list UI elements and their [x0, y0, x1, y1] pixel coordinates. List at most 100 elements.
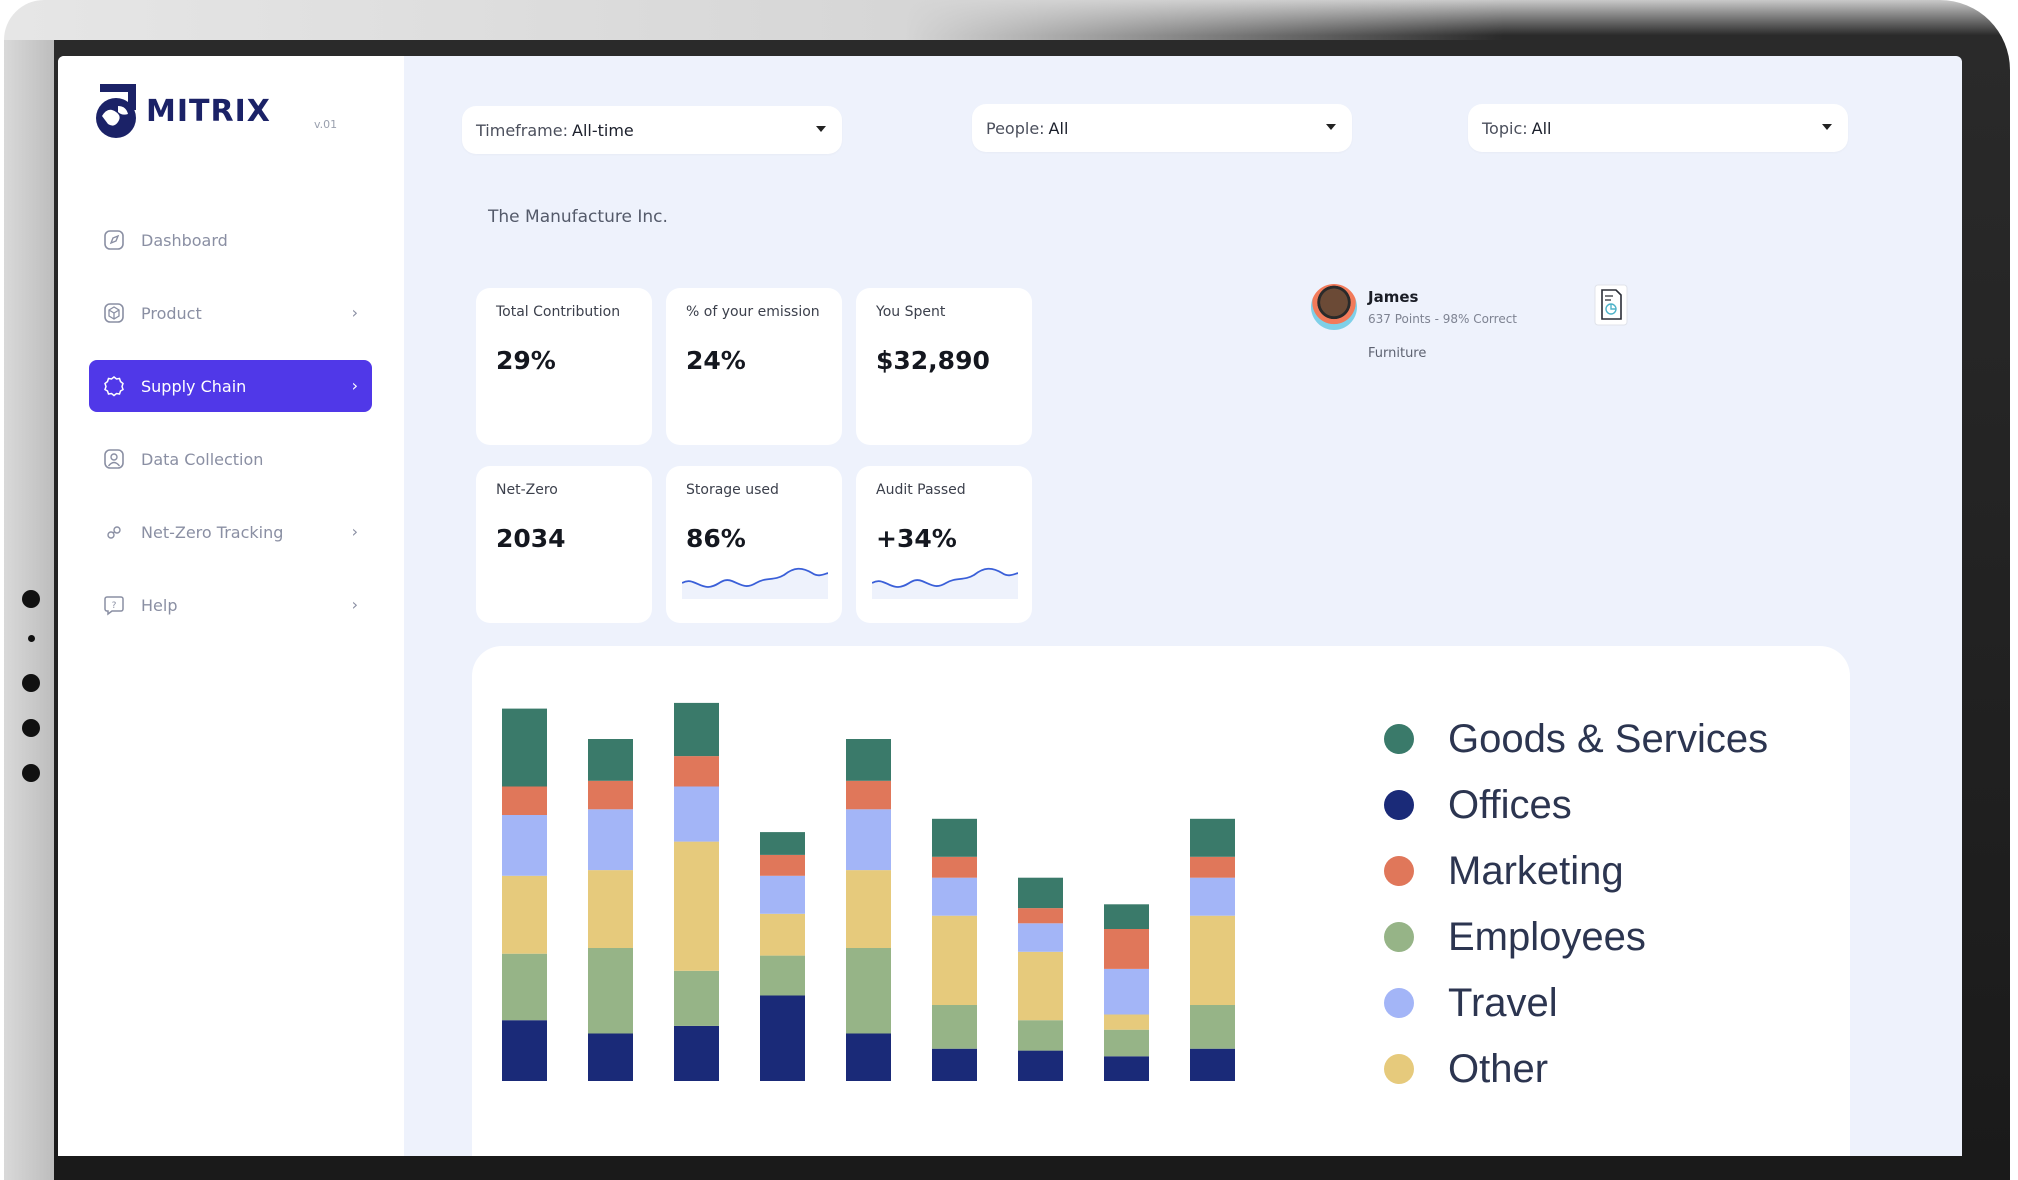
legend-item[interactable]: Goods & Services: [1384, 706, 1768, 772]
bar-segment[interactable]: [502, 875, 547, 954]
report-document-icon[interactable]: [1594, 284, 1628, 326]
sidebar-item-help[interactable]: ? Help ›: [89, 579, 372, 631]
bar-segment[interactable]: [1104, 929, 1149, 969]
logo-text: MITRIX: [146, 93, 271, 129]
bar-segment[interactable]: [760, 913, 805, 956]
bar-segment[interactable]: [588, 870, 633, 948]
help-icon: ?: [103, 594, 125, 616]
bar-segment[interactable]: [760, 832, 805, 855]
bar-segment[interactable]: [846, 870, 891, 948]
bar-segment[interactable]: [502, 953, 547, 1021]
bar-segment[interactable]: [1104, 1014, 1149, 1030]
sidebar-item-data-collection[interactable]: Data Collection: [89, 433, 372, 485]
stacked-bar-chart: [502, 702, 1235, 1081]
bar-segment[interactable]: [846, 809, 891, 871]
avatar[interactable]: [1311, 284, 1357, 330]
bar-segment[interactable]: [674, 786, 719, 842]
bar-segment[interactable]: [760, 875, 805, 914]
stat-card-spent[interactable]: You Spent $32,890: [856, 288, 1032, 445]
bar-segment[interactable]: [674, 702, 719, 757]
bar-segment[interactable]: [588, 780, 633, 810]
bar-segment[interactable]: [588, 948, 633, 1034]
bar-segment[interactable]: [932, 818, 977, 857]
bar-stack[interactable]: [674, 702, 719, 1081]
stat-card-emission[interactable]: % of your emission 24%: [666, 288, 842, 445]
bar-segment[interactable]: [674, 970, 719, 1026]
link-icon: [103, 521, 125, 543]
stat-value: 2034: [496, 524, 566, 553]
stat-card-net-zero[interactable]: Net-Zero 2034: [476, 466, 652, 623]
topic-dropdown[interactable]: Topic: All: [1468, 104, 1848, 152]
stat-label: Audit Passed: [876, 482, 966, 498]
timeframe-dropdown[interactable]: Timeframe: All-time: [462, 106, 842, 154]
bar-stack[interactable]: [846, 739, 891, 1081]
bar-segment[interactable]: [674, 756, 719, 787]
bar-segment[interactable]: [846, 780, 891, 810]
bar-segment[interactable]: [1018, 877, 1063, 909]
legend-item[interactable]: Other: [1384, 1036, 1768, 1102]
stat-value: 24%: [686, 346, 746, 375]
port-dot: [28, 635, 35, 642]
sidebar-item-dashboard[interactable]: Dashboard: [89, 214, 372, 266]
profile-subtitle: 637 Points - 98% Correct: [1368, 312, 1518, 326]
bar-segment[interactable]: [1190, 1005, 1235, 1049]
stat-value: 86%: [686, 524, 746, 553]
bar-segment[interactable]: [932, 1048, 977, 1081]
people-dropdown[interactable]: People: All: [972, 104, 1352, 152]
bar-segment[interactable]: [674, 1025, 719, 1081]
bar-segment[interactable]: [1104, 968, 1149, 1015]
bar-stack[interactable]: [1104, 904, 1149, 1081]
bar-segment[interactable]: [502, 708, 547, 787]
bar-segment[interactable]: [1190, 877, 1235, 916]
bar-segment[interactable]: [674, 841, 719, 971]
legend-swatch: [1384, 922, 1414, 952]
sidebar-item-product[interactable]: Product ›: [89, 287, 372, 339]
bar-segment[interactable]: [1104, 1056, 1149, 1081]
bar-segment[interactable]: [502, 1020, 547, 1081]
bar-segment[interactable]: [846, 1033, 891, 1082]
legend-item[interactable]: Employees: [1384, 904, 1768, 970]
sidebar-item-supply-chain[interactable]: Supply Chain ›: [89, 360, 372, 412]
bar-segment[interactable]: [1190, 856, 1235, 878]
bar-segment[interactable]: [846, 948, 891, 1034]
bar-segment[interactable]: [1018, 908, 1063, 924]
stat-value: 29%: [496, 346, 556, 375]
stat-card-total-contribution[interactable]: Total Contribution 29%: [476, 288, 652, 445]
legend-item[interactable]: Offices: [1384, 772, 1768, 838]
sidebar-item-net-zero-tracking[interactable]: Net-Zero Tracking ›: [89, 506, 372, 558]
legend-item[interactable]: Travel: [1384, 970, 1768, 1036]
bar-segment[interactable]: [1018, 923, 1063, 952]
legend-item[interactable]: Marketing: [1384, 838, 1768, 904]
bar-stack[interactable]: [502, 708, 547, 1081]
bar-segment[interactable]: [760, 854, 805, 876]
bar-segment[interactable]: [1190, 1048, 1235, 1081]
bar-segment[interactable]: [588, 809, 633, 871]
bar-segment[interactable]: [1018, 1020, 1063, 1051]
bar-segment[interactable]: [932, 915, 977, 1005]
stat-card-audit[interactable]: Audit Passed +34%: [856, 466, 1032, 623]
app-logo[interactable]: MITRIX: [92, 80, 271, 142]
bar-segment[interactable]: [1104, 904, 1149, 929]
stat-card-storage[interactable]: Storage used 86%: [666, 466, 842, 623]
bar-segment[interactable]: [502, 815, 547, 876]
bar-segment[interactable]: [502, 786, 547, 816]
bar-stack[interactable]: [760, 832, 805, 1081]
bar-segment[interactable]: [1104, 1029, 1149, 1057]
bar-segment[interactable]: [932, 1005, 977, 1049]
bar-segment[interactable]: [1190, 915, 1235, 1005]
bar-segment[interactable]: [1018, 951, 1063, 1021]
bar-segment[interactable]: [760, 955, 805, 996]
bar-segment[interactable]: [846, 739, 891, 781]
bar-stack[interactable]: [932, 818, 977, 1081]
bar-segment[interactable]: [1018, 1050, 1063, 1081]
bar-segment[interactable]: [1190, 818, 1235, 857]
bar-stack[interactable]: [588, 739, 633, 1081]
bar-segment[interactable]: [932, 856, 977, 878]
bar-stack[interactable]: [1018, 877, 1063, 1081]
bar-segment[interactable]: [932, 877, 977, 916]
version-label: v.01: [314, 118, 338, 131]
bar-segment[interactable]: [760, 995, 805, 1082]
bar-segment[interactable]: [588, 739, 633, 781]
bar-segment[interactable]: [588, 1033, 633, 1082]
bar-stack[interactable]: [1190, 818, 1235, 1081]
